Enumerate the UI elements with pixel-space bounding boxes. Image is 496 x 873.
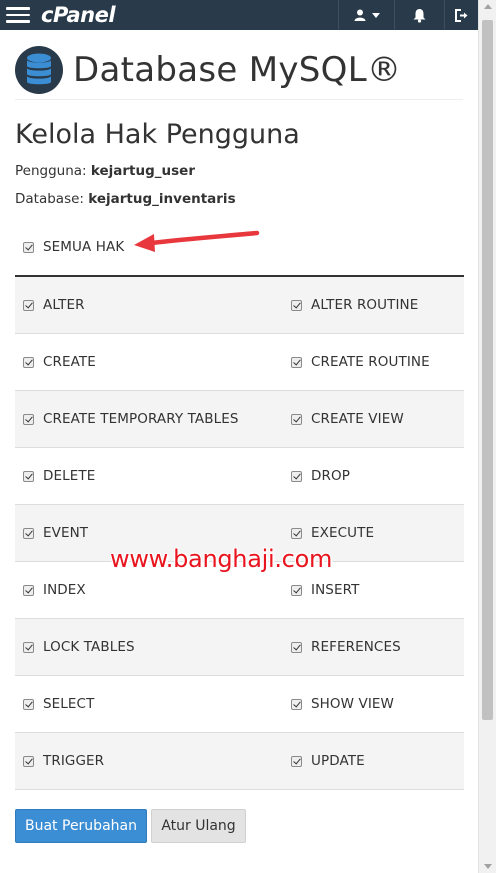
- privilege-checkbox[interactable]: [291, 755, 302, 767]
- privilege-label[interactable]: CREATE: [43, 354, 96, 370]
- privilege-option[interactable]: ALTER: [15, 277, 283, 333]
- database-info: Database: kejartug_inventaris: [15, 191, 236, 207]
- bell-icon: [413, 8, 426, 23]
- privilege-checkbox[interactable]: [291, 470, 302, 482]
- vertical-scrollbar[interactable]: [478, 0, 496, 873]
- menu-icon[interactable]: [0, 0, 36, 30]
- privilege-label[interactable]: CREATE TEMPORARY TABLES: [43, 411, 239, 427]
- privilege-row: CREATE TEMPORARY TABLES CREATE VIEW: [15, 391, 464, 448]
- privilege-label[interactable]: ALTER: [43, 297, 85, 313]
- top-navbar: cPanel: [0, 0, 478, 30]
- privilege-option[interactable]: CREATE ROUTINE: [283, 334, 464, 390]
- privilege-checkbox[interactable]: [291, 698, 302, 710]
- privilege-checkbox[interactable]: [291, 413, 302, 425]
- user-info: Pengguna: kejartug_user: [15, 163, 195, 179]
- privilege-checkbox[interactable]: [291, 584, 302, 596]
- scroll-down-arrow-icon[interactable]: [484, 864, 492, 869]
- privilege-row: TRIGGER UPDATE: [15, 733, 464, 790]
- privilege-checkbox[interactable]: [291, 527, 302, 539]
- privilege-label[interactable]: SHOW VIEW: [311, 696, 394, 712]
- privileges-table: ALTER ALTER ROUTINE CREATE CREATE ROUTINE CR…: [15, 275, 464, 790]
- all-privileges-option[interactable]: SEMUA HAK: [15, 232, 124, 262]
- caret-down-icon: [371, 12, 380, 18]
- privilege-checkbox[interactable]: [23, 641, 34, 653]
- privilege-checkbox[interactable]: [23, 698, 34, 710]
- privilege-option[interactable]: CREATE VIEW: [283, 391, 464, 447]
- privilege-checkbox[interactable]: [291, 299, 302, 311]
- privilege-label[interactable]: REFERENCES: [311, 639, 401, 655]
- privilege-row: CREATE CREATE ROUTINE: [15, 334, 464, 391]
- privilege-checkbox[interactable]: [23, 299, 34, 311]
- privilege-label[interactable]: ALTER ROUTINE: [311, 297, 418, 313]
- privilege-checkbox[interactable]: [23, 413, 34, 425]
- logout-icon: [454, 8, 467, 22]
- database-icon: [15, 45, 63, 94]
- privilege-label[interactable]: EXECUTE: [311, 525, 374, 541]
- page-title: Database MySQL®: [73, 49, 402, 90]
- user-menu-button[interactable]: [338, 0, 394, 30]
- privilege-option[interactable]: REFERENCES: [283, 619, 464, 675]
- privilege-label[interactable]: CREATE ROUTINE: [311, 354, 430, 370]
- privilege-label[interactable]: TRIGGER: [43, 753, 104, 769]
- privilege-row: ALTER ALTER ROUTINE: [15, 277, 464, 334]
- privilege-row: SELECT SHOW VIEW: [15, 676, 464, 733]
- watermark-text: www.banghaji.com: [110, 545, 333, 573]
- privilege-option[interactable]: LOCK TABLES: [15, 619, 283, 675]
- privilege-label[interactable]: EVENT: [43, 525, 88, 541]
- privilege-option[interactable]: UPDATE: [283, 733, 464, 789]
- privilege-label[interactable]: INSERT: [311, 582, 359, 598]
- privilege-checkbox[interactable]: [291, 641, 302, 653]
- user-label: Pengguna:: [15, 163, 91, 179]
- all-privileges-label[interactable]: SEMUA HAK: [43, 239, 124, 255]
- privilege-label[interactable]: DROP: [311, 468, 350, 484]
- privilege-option[interactable]: SHOW VIEW: [283, 676, 464, 732]
- red-arrow-annotation-icon: [134, 230, 260, 252]
- reset-button[interactable]: Atur Ulang: [151, 809, 246, 843]
- topbar-actions: [338, 0, 478, 30]
- section-title: Kelola Hak Pengguna: [15, 119, 300, 150]
- privilege-checkbox[interactable]: [291, 356, 302, 368]
- privilege-label[interactable]: CREATE VIEW: [311, 411, 404, 427]
- privilege-checkbox[interactable]: [23, 527, 34, 539]
- scroll-up-arrow-icon[interactable]: [484, 4, 492, 9]
- privilege-checkbox[interactable]: [23, 755, 34, 767]
- privilege-checkbox[interactable]: [23, 356, 34, 368]
- user-value: kejartug_user: [90, 163, 195, 179]
- notifications-button[interactable]: [394, 0, 444, 30]
- privilege-label[interactable]: DELETE: [43, 468, 95, 484]
- privilege-option[interactable]: CREATE TEMPORARY TABLES: [15, 391, 283, 447]
- privilege-label[interactable]: LOCK TABLES: [43, 639, 135, 655]
- all-privileges-checkbox[interactable]: [23, 241, 34, 253]
- page-header: Database MySQL®: [15, 40, 463, 100]
- database-label: Database:: [15, 191, 89, 207]
- database-value: kejartug_inventaris: [88, 191, 236, 207]
- privilege-option[interactable]: DELETE: [15, 448, 283, 504]
- privilege-checkbox[interactable]: [23, 584, 34, 596]
- cpanel-logo[interactable]: cPanel: [41, 3, 116, 27]
- privilege-option[interactable]: SELECT: [15, 676, 283, 732]
- scrollbar-thumb[interactable]: [482, 20, 493, 720]
- privilege-option[interactable]: ALTER ROUTINE: [283, 277, 464, 333]
- privilege-label[interactable]: UPDATE: [311, 753, 365, 769]
- privilege-option[interactable]: DROP: [283, 448, 464, 504]
- privilege-checkbox[interactable]: [23, 470, 34, 482]
- user-icon: [354, 9, 365, 21]
- logout-button[interactable]: [444, 0, 478, 30]
- privilege-label[interactable]: INDEX: [43, 582, 86, 598]
- privilege-option[interactable]: TRIGGER: [15, 733, 283, 789]
- privilege-label[interactable]: SELECT: [43, 696, 94, 712]
- save-changes-button[interactable]: Buat Perubahan: [15, 809, 147, 843]
- privilege-row: DELETE DROP: [15, 448, 464, 505]
- privilege-row: LOCK TABLES REFERENCES: [15, 619, 464, 676]
- privilege-option[interactable]: CREATE: [15, 334, 283, 390]
